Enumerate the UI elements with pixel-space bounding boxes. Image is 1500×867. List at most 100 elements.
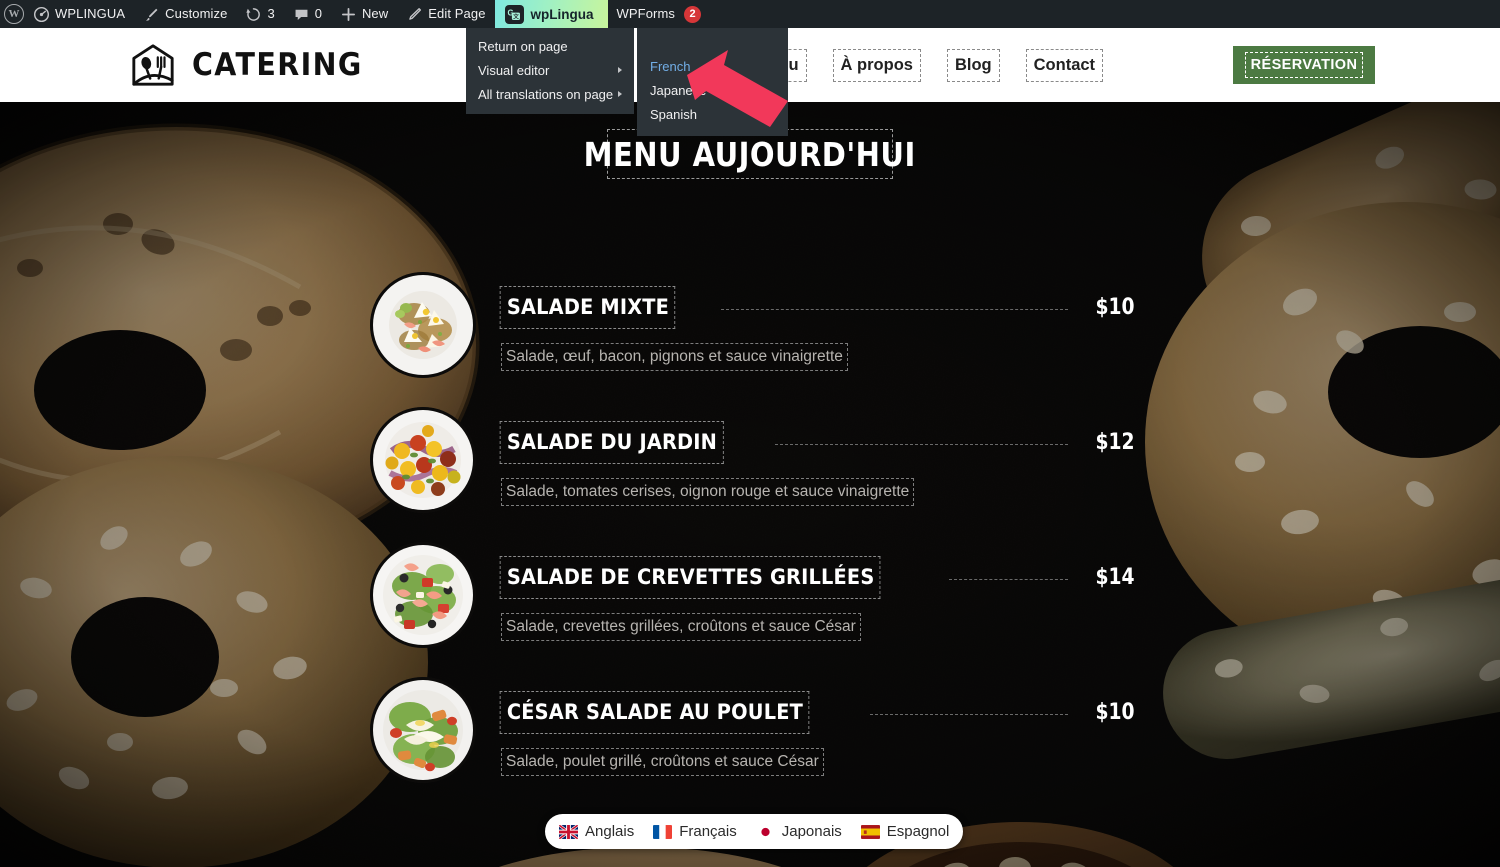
menu-item-description[interactable]: Salade, œuf, bacon, pignons et sauce vin… — [501, 343, 848, 371]
language-option-espagnol[interactable]: Espagnol — [860, 823, 950, 840]
chicken-caesar-salad-plate-icon — [370, 677, 476, 783]
language-label: Espagnol — [886, 823, 950, 840]
translate-icon: G 文 — [504, 4, 524, 24]
language-switcher: Anglais Français Japonais Espagnol — [545, 814, 964, 849]
adminbar-updates-count: 3 — [267, 6, 275, 21]
menu-item-price: $12 — [1095, 430, 1135, 455]
menu-item-body: SALADE DE CREVETTES GRILLÉES $14 Salade,… — [499, 542, 1138, 641]
chevron-right-icon — [618, 67, 622, 73]
grilled-shrimp-salad-plate-icon — [370, 542, 476, 648]
menu-item-headline: SALADE MIXTE $10 — [499, 286, 1138, 329]
nav-link-contact[interactable]: Contact — [1025, 48, 1104, 82]
chevron-right-icon — [618, 91, 622, 97]
menu-item-body: SALADE MIXTE $10 Salade, œuf, bacon, pig… — [499, 272, 1138, 371]
dashboard-icon — [33, 6, 50, 23]
comment-bubble-icon — [293, 6, 310, 23]
reservation-wrapper: RÉSERVATION — [1233, 46, 1375, 84]
primary-navigation: Menu À propos Blog Contact — [747, 48, 1104, 82]
wplingua-menu-label: Visual editor — [478, 62, 550, 78]
wplingua-submenu-label: Japanese — [650, 82, 707, 98]
wplingua-submenu-item-french[interactable]: French — [637, 54, 788, 78]
wplingua-menu-item-all-translations[interactable]: All translations on page — [466, 82, 634, 106]
language-option-anglais[interactable]: Anglais — [559, 823, 634, 840]
menu-item-headline: SALADE DE CREVETTES GRILLÉES $14 — [499, 556, 1138, 599]
nav-link-blog[interactable]: Blog — [946, 48, 1000, 82]
menu-item-row: SALADE DU JARDIN $12 Salade, tomates cer… — [370, 407, 1138, 542]
site-title: CATERING — [192, 47, 363, 83]
language-option-japonais[interactable]: Japonais — [755, 823, 842, 840]
menu-item-price: $14 — [1095, 565, 1135, 590]
menu-item-headline: CÉSAR SALADE AU POULET $10 — [499, 691, 1138, 734]
paintbrush-icon — [143, 6, 160, 23]
flag-uk-icon — [559, 824, 578, 839]
language-label: Japonais — [781, 823, 842, 840]
plus-icon — [340, 6, 357, 23]
menu-item-description[interactable]: Salade, crevettes grillées, croûtons et … — [501, 613, 861, 641]
house-fork-spoon-icon — [132, 44, 174, 86]
site-branding[interactable]: CATERING — [130, 42, 377, 88]
svg-text:文: 文 — [513, 13, 519, 21]
adminbar-wpforms-label: WPForms — [616, 6, 676, 21]
hero-section: MENU AUJOURD'HUI SALADE MIXTE $10 Salade… — [0, 102, 1500, 867]
wplingua-menu-label: All translations on page — [478, 86, 614, 102]
dot-leader — [869, 714, 1069, 715]
adminbar-edit-page-label: Edit Page — [428, 6, 486, 21]
reservation-button-label: RÉSERVATION — [1244, 52, 1364, 78]
dot-leader — [774, 444, 1069, 445]
adminbar-site-name-label: WPLINGUA — [55, 6, 126, 21]
menu-item-description[interactable]: Salade, tomates cerises, oignon rouge et… — [500, 478, 915, 506]
wplingua-submenu-label: Spanish — [650, 106, 697, 122]
garden-salad-plate-icon — [370, 407, 476, 513]
menu-content: MENU AUJOURD'HUI SALADE MIXTE $10 Salade… — [0, 102, 1500, 867]
adminbar-item-updates[interactable]: 3 — [236, 0, 283, 28]
language-label: Anglais — [585, 823, 635, 840]
adminbar-comments-count: 0 — [314, 6, 322, 21]
menu-item-name[interactable]: SALADE DU JARDIN — [499, 421, 724, 464]
adminbar-customize-label: Customize — [165, 6, 228, 21]
wplingua-submenu-item-japanese[interactable]: Japanese — [637, 78, 788, 102]
menu-item-list: SALADE MIXTE $10 Salade, œuf, bacon, pig… — [370, 272, 1138, 812]
nav-link-a-propos[interactable]: À propos — [832, 48, 921, 82]
language-option-francais[interactable]: Français — [653, 823, 737, 840]
mixed-salad-plate-icon — [370, 272, 476, 378]
wordpress-logo-icon[interactable] — [4, 4, 24, 24]
wplingua-dropdown-menu: Return on page Visual editor All transla… — [466, 28, 634, 114]
flag-spain-icon — [860, 824, 880, 839]
flag-japan-icon — [755, 824, 775, 839]
language-label: Français — [679, 823, 737, 840]
dot-leader — [949, 579, 1069, 580]
adminbar-item-customize[interactable]: Customize — [134, 0, 236, 28]
wplingua-menu-label: Return on page — [478, 38, 568, 54]
menu-section-title: MENU AUJOURD'HUI — [584, 129, 916, 179]
reservation-button[interactable]: RÉSERVATION — [1233, 46, 1375, 84]
pencil-icon — [406, 6, 423, 23]
adminbar-item-comments[interactable]: 0 — [284, 0, 331, 28]
wplingua-menu-item-return-on-page[interactable]: Return on page — [466, 34, 634, 58]
adminbar-item-new[interactable]: New — [331, 0, 397, 28]
wplingua-menu-item-visual-editor[interactable]: Visual editor — [466, 58, 634, 82]
dot-leader — [721, 309, 1069, 310]
menu-item-name[interactable]: SALADE MIXTE — [499, 286, 676, 329]
menu-item-row: SALADE DE CREVETTES GRILLÉES $14 Salade,… — [370, 542, 1138, 677]
adminbar-new-label: New — [361, 6, 389, 21]
menu-item-body: SALADE DU JARDIN $12 Salade, tomates cer… — [499, 407, 1138, 506]
updates-icon — [245, 6, 262, 23]
adminbar-item-edit-page[interactable]: Edit Page — [397, 0, 494, 28]
menu-item-description[interactable]: Salade, poulet grillé, croûtons et sauce… — [501, 748, 824, 776]
menu-item-price: $10 — [1095, 700, 1135, 725]
wplingua-submenu-label: French — [650, 58, 691, 74]
wpforms-badge: 2 — [684, 5, 702, 23]
menu-item-row: SALADE MIXTE $10 Salade, œuf, bacon, pig… — [370, 272, 1138, 407]
adminbar-item-wpforms[interactable]: WPForms 2 — [608, 0, 710, 28]
menu-item-name[interactable]: SALADE DE CREVETTES GRILLÉES — [499, 556, 881, 599]
adminbar-item-wplingua[interactable]: G 文 wpLingua — [494, 0, 608, 28]
menu-item-body: CÉSAR SALADE AU POULET $10 Salade, poule… — [499, 677, 1138, 776]
menu-item-price: $10 — [1095, 295, 1135, 320]
wplingua-submenu-item-spanish[interactable]: Spanish — [637, 102, 788, 126]
adminbar-item-site-name[interactable]: WPLINGUA — [24, 0, 134, 28]
adminbar-wplingua-label: wpLingua — [530, 6, 594, 22]
flag-france-icon — [653, 824, 673, 839]
wordpress-admin-bar: WPLINGUA Customize 3 — [0, 0, 1500, 28]
menu-item-name[interactable]: CÉSAR SALADE AU POULET — [499, 691, 810, 734]
menu-item-row: CÉSAR SALADE AU POULET $10 Salade, poule… — [370, 677, 1138, 812]
